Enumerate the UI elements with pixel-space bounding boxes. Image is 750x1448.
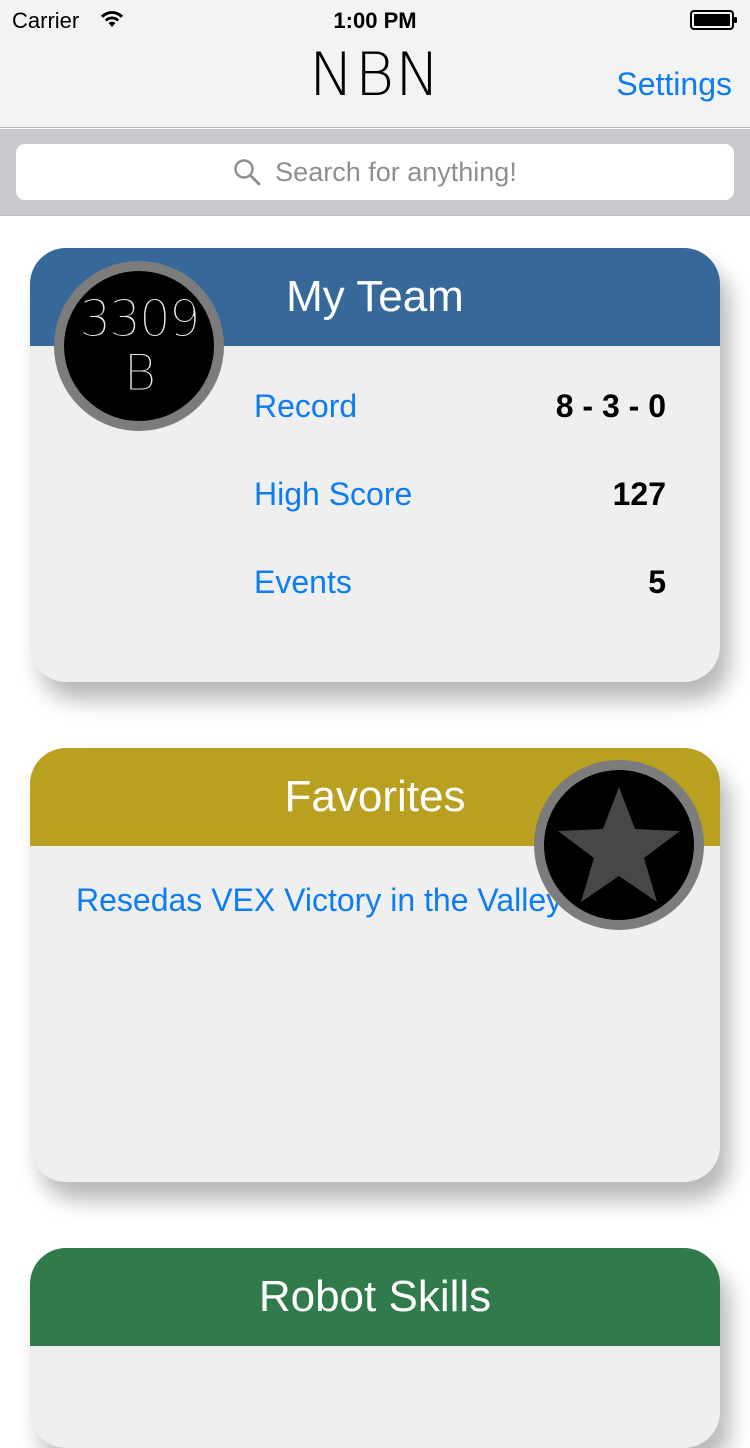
robot-skills-header: Robot Skills	[30, 1248, 720, 1346]
stat-row-record[interactable]: Record 8 - 3 - 0	[254, 381, 666, 431]
status-bar: Carrier 1:00 PM	[0, 0, 750, 40]
favorite-item[interactable]: Resedas VEX Victory in the Valley	[76, 882, 562, 919]
team-letter: B	[123, 344, 157, 402]
stat-row-events[interactable]: Events 5	[254, 557, 666, 607]
robot-skills-title: Robot Skills	[258, 1272, 492, 1321]
team-number-badge[interactable]: 3309 B	[54, 261, 224, 431]
team-number: 3309	[79, 290, 201, 348]
favorites-card[interactable]: Favorites Resedas VEX Victory in the Val…	[30, 748, 720, 1182]
robot-skills-card[interactable]: Robot Skills	[30, 1248, 720, 1448]
stat-row-high-score[interactable]: High Score 127	[254, 469, 666, 519]
navigation-bar: Carrier 1:00 PM NBN Settings	[0, 0, 750, 128]
stat-label[interactable]: Events	[254, 564, 352, 601]
search-bar: Search for anything!	[0, 129, 750, 216]
favorites-star-badge[interactable]	[534, 760, 704, 930]
my-team-card[interactable]: My Team 3309 B Record 8 - 3 - 0 High Sco…	[30, 248, 720, 682]
stat-label[interactable]: Record	[254, 388, 357, 425]
my-team-title: My Team	[286, 272, 464, 321]
search-input[interactable]: Search for anything!	[16, 144, 734, 200]
stat-value: 127	[612, 475, 666, 512]
star-icon	[558, 787, 680, 902]
search-icon	[234, 159, 261, 186]
stat-value: 8 - 3 - 0	[555, 387, 666, 424]
settings-button[interactable]: Settings	[616, 66, 732, 103]
favorites-title: Favorites	[284, 772, 466, 821]
stat-label[interactable]: High Score	[254, 476, 412, 513]
search-placeholder: Search for anything!	[275, 156, 517, 187]
stat-value: 5	[648, 563, 666, 600]
status-time: 1:00 PM	[333, 8, 417, 33]
battery-icon	[690, 10, 737, 30]
